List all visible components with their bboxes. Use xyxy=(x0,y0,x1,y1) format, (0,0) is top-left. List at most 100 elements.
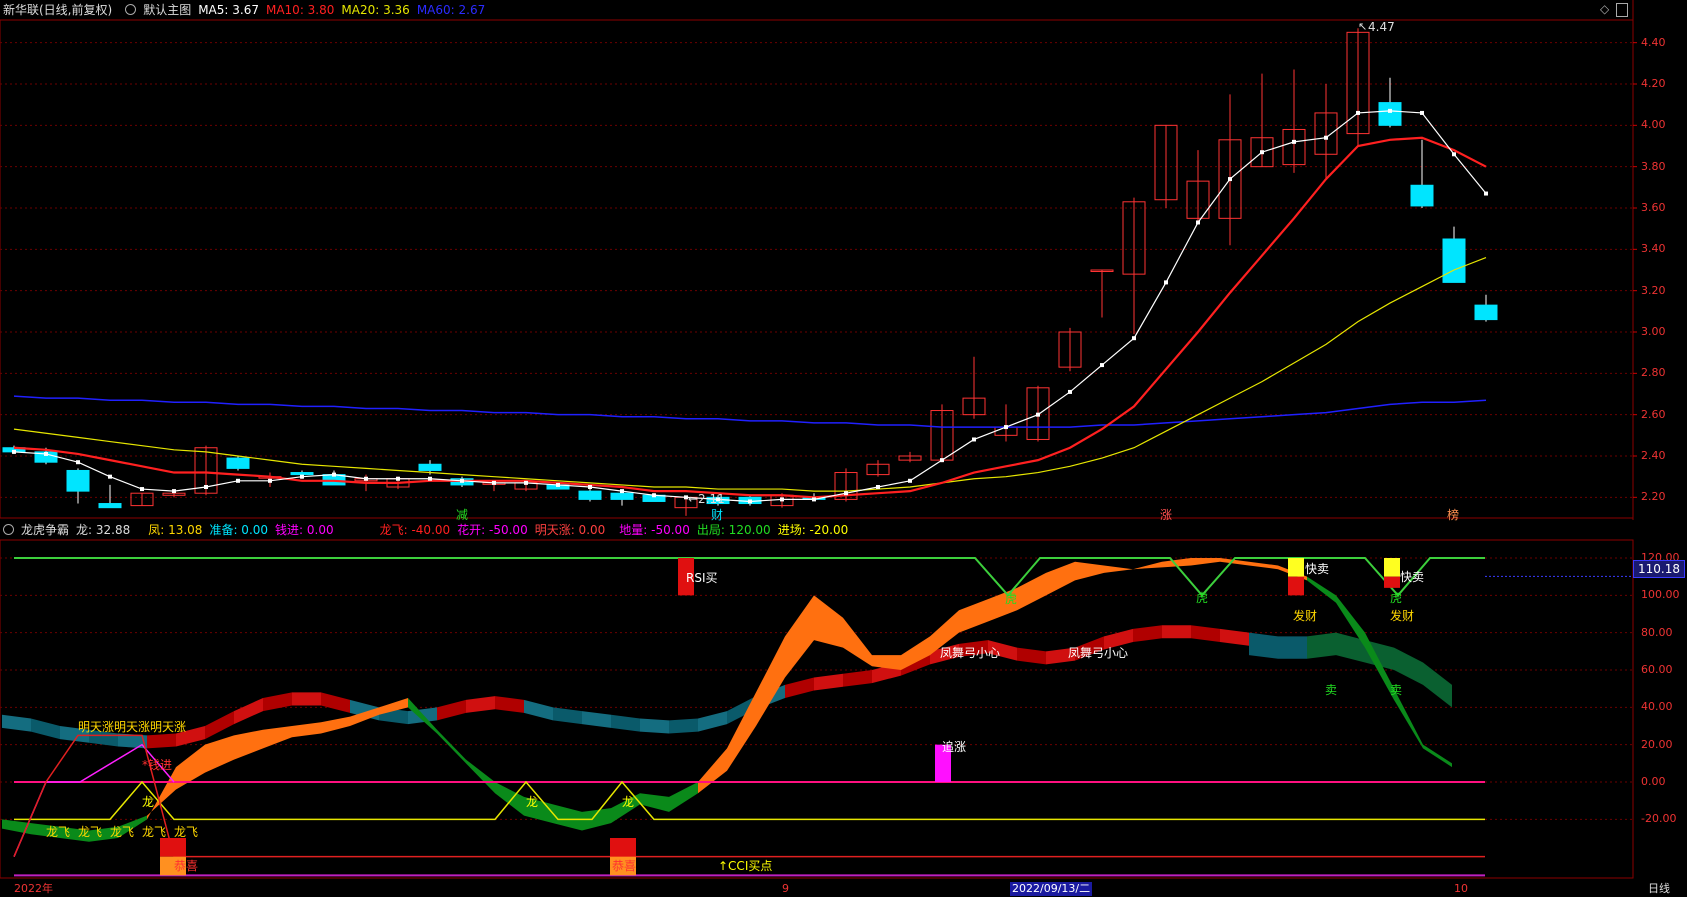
ma5-dot xyxy=(396,476,400,481)
ma5-dot xyxy=(1132,336,1136,341)
jinchang-value: 进场: -20.00 xyxy=(777,523,849,537)
phoenix-ribbon-seg xyxy=(1423,744,1452,768)
phoenix-ribbon-seg xyxy=(408,698,437,734)
kuaimai-label-2: 快卖 xyxy=(1400,570,1425,584)
ma5-dot xyxy=(972,437,976,442)
ma5-dot xyxy=(1484,191,1488,196)
dragon-band-seg xyxy=(1278,636,1307,659)
price-chart[interactable] xyxy=(0,0,1687,520)
selected-date[interactable]: 2022/09/13/二 xyxy=(1010,882,1093,896)
ma5-dot xyxy=(940,458,944,463)
dragon-band-seg xyxy=(1365,640,1394,670)
dragon-band-seg xyxy=(1336,632,1365,663)
dragon-band-seg xyxy=(1423,662,1452,708)
dragon-band-seg xyxy=(843,670,872,687)
phoenix-ribbon-seg xyxy=(1278,565,1307,581)
phoenix-ribbon-seg xyxy=(727,692,756,771)
ma5-dot xyxy=(204,485,208,489)
ma5-dot xyxy=(1452,152,1456,157)
price-tick-label: 4.00 xyxy=(1641,118,1666,132)
dragon-band-seg xyxy=(263,692,292,712)
phoenix-ribbon-seg xyxy=(872,655,901,670)
indicator-name[interactable]: 龙虎争霸 xyxy=(21,523,69,537)
price-tick-label: 2.60 xyxy=(1641,407,1666,421)
ma5-dot xyxy=(108,474,112,479)
ma5-dot xyxy=(172,489,176,494)
dragon-band-seg xyxy=(379,707,408,725)
indicator-tick-label: 0.00 xyxy=(1641,775,1666,788)
date-month-9: 9 xyxy=(782,882,789,895)
chuju-value: 出局: 120.00 xyxy=(696,523,771,537)
phoenix-ribbon-seg xyxy=(1017,572,1046,611)
fengwu-label-2: 凤舞弓小心 xyxy=(1068,646,1129,660)
long-label-1: 龙 xyxy=(142,795,155,809)
huakai-value: 花开: -50.00 xyxy=(457,523,528,537)
phoenix-ribbon-seg xyxy=(466,759,495,794)
jian-marker: 减 xyxy=(456,508,469,522)
dragon-band-seg xyxy=(524,699,553,721)
ma5-dot xyxy=(1004,425,1008,430)
kuaimai-red-1 xyxy=(1288,576,1304,596)
current-value-badge: 110.18 xyxy=(1633,560,1685,578)
jinchang-line xyxy=(14,780,1485,821)
ma60-line xyxy=(13,395,1487,428)
phoenix-ribbon-seg xyxy=(437,729,466,764)
candle-body xyxy=(1474,304,1498,321)
ma5-dot xyxy=(844,491,848,496)
zhang-marker: 涨 xyxy=(1160,508,1173,522)
dragon-band-seg xyxy=(292,692,321,706)
ma5-dot xyxy=(1068,389,1072,394)
ma5-dot xyxy=(652,493,656,498)
dragon-band-seg xyxy=(669,718,698,734)
chuju-line xyxy=(14,557,1485,597)
kuaimai-bar-2 xyxy=(1384,558,1400,577)
zhuizhang-label: 追涨 xyxy=(942,740,967,754)
ma5-dot xyxy=(364,476,368,481)
phoenix-ribbon-seg xyxy=(814,595,843,648)
ma5-dot xyxy=(1036,412,1040,417)
high-price-label: 4.47 xyxy=(1368,20,1395,34)
longfei-line xyxy=(13,734,1485,858)
phoenix-ribbon-seg xyxy=(1133,561,1162,570)
qianjin-label: *钱进 xyxy=(142,758,173,772)
indicator-settings-icon[interactable] xyxy=(3,524,14,535)
price-tick-label: 3.80 xyxy=(1641,159,1666,173)
price-tick-label: 2.80 xyxy=(1641,366,1666,380)
dragon-band-seg xyxy=(495,696,524,713)
dragon-band-seg xyxy=(1017,647,1046,665)
phoenix-ribbon-seg xyxy=(350,707,379,726)
candle-body xyxy=(1410,184,1434,207)
candle-body xyxy=(66,469,90,492)
dragon-band-seg xyxy=(31,718,60,740)
longfei-label: 龙飞 xyxy=(142,825,167,839)
ma5-dot xyxy=(460,478,464,483)
phoenix-ribbon-seg xyxy=(698,748,727,794)
indicator-tick-label: 20.00 xyxy=(1641,737,1673,751)
price-tick-label: 2.20 xyxy=(1641,490,1666,504)
longfei-label: 龙飞 xyxy=(46,825,71,839)
price-frame xyxy=(0,19,1634,519)
kuaimai-red-2 xyxy=(1384,576,1400,588)
dragon-band-seg xyxy=(205,711,234,740)
hu-label-3: 虎 xyxy=(1390,591,1403,605)
ma5-dot xyxy=(524,480,528,485)
phoenix-ribbon-seg xyxy=(1075,561,1104,581)
ma5-dot xyxy=(556,482,560,487)
price-tick-label: 3.40 xyxy=(1641,242,1666,256)
candle-body xyxy=(1378,102,1402,126)
ma5-dot xyxy=(44,451,48,456)
dragon-band-seg xyxy=(814,673,843,691)
long-value: 龙: 32.88 xyxy=(76,523,131,537)
indicator-panel-header: 龙虎争霸 龙: 32.88 凤: 13.08 准备: 0.00 钱进: 0.00 龙飞: … xyxy=(0,520,855,540)
phoenix-ribbon-seg xyxy=(1104,565,1133,573)
phoenix-ribbon-seg xyxy=(582,808,611,831)
phoenix-ribbon-seg xyxy=(1220,558,1249,566)
indicator-tick-label: 80.00 xyxy=(1641,625,1673,639)
dragon-band-seg xyxy=(350,699,379,721)
period-label[interactable]: 日线 xyxy=(1648,881,1670,897)
price-tick-label: 4.20 xyxy=(1641,77,1666,90)
cai-marker: 财 xyxy=(711,508,724,522)
candle-body xyxy=(98,503,122,509)
ma5-dot xyxy=(492,480,496,485)
kuaimai-label-1: 快卖 xyxy=(1305,562,1330,576)
